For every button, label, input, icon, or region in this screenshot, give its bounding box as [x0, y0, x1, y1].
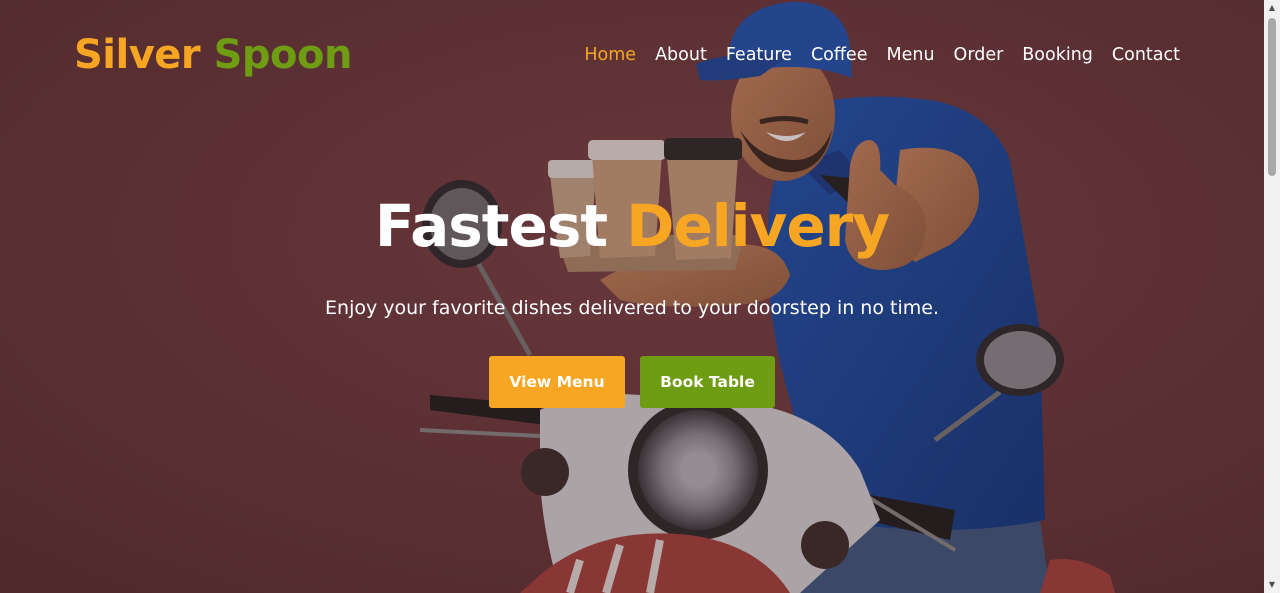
hero-section: Silver Spoon Home About Feature Coffee M…	[0, 0, 1264, 593]
hero-title-accent: Delivery	[626, 192, 890, 260]
scrollbar-thumb[interactable]	[1268, 18, 1276, 176]
page: Silver Spoon Home About Feature Coffee M…	[0, 0, 1280, 593]
view-menu-button[interactable]: View Menu	[489, 356, 625, 408]
scroll-down-arrow-icon[interactable]: ▼	[1264, 577, 1280, 593]
scroll-up-arrow-icon[interactable]: ▲	[1264, 0, 1280, 16]
hero-title: Fastest Delivery	[0, 190, 1264, 262]
hero-title-main: Fastest	[374, 192, 608, 260]
page-scrollbar[interactable]: ▲ ▼	[1264, 0, 1280, 593]
hero-content: Fastest Delivery Enjoy your favorite dis…	[0, 0, 1264, 593]
book-table-button[interactable]: Book Table	[640, 356, 775, 408]
hero-subtitle: Enjoy your favorite dishes delivered to …	[325, 297, 939, 319]
